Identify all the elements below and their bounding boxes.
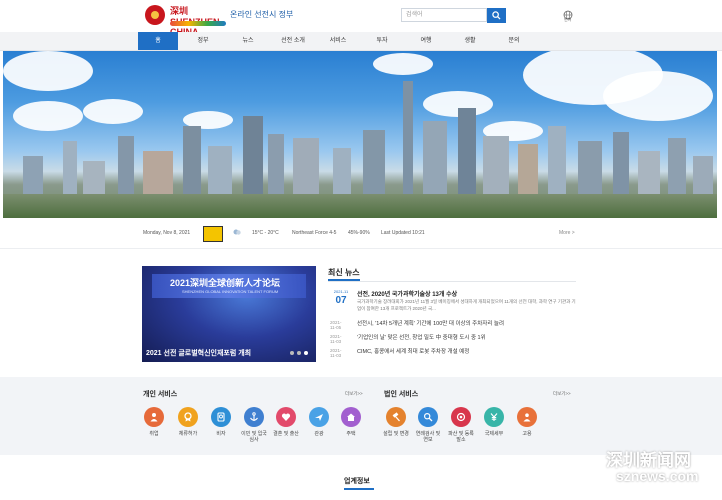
- service-label: 주택: [346, 431, 356, 437]
- service-label: 체류허가: [178, 431, 198, 437]
- carousel-dot[interactable]: [290, 351, 294, 355]
- divider: [0, 248, 722, 249]
- nav-item-living[interactable]: 생활: [450, 32, 490, 50]
- title-underline: [344, 488, 374, 490]
- badge-icon: [178, 407, 198, 427]
- service-label: 비자: [216, 431, 226, 437]
- weather-wind: Northeast Force 4-5: [292, 230, 337, 236]
- search-button[interactable]: [487, 8, 506, 23]
- news-date: 2021-11-03: [330, 334, 342, 344]
- yen-icon: [484, 407, 504, 427]
- weather-warning-icon: [203, 226, 223, 242]
- anchor-icon: [244, 407, 264, 427]
- date-badge: 2021-11 07: [330, 289, 352, 313]
- service-label: 고용: [522, 431, 532, 437]
- person-icon: [144, 407, 164, 427]
- featured-headline[interactable]: 선전, 2020년 국가과학기술상 13개 수상: [357, 289, 457, 298]
- nav-item-travel[interactable]: 여행: [406, 32, 446, 50]
- search-input[interactable]: 검색어: [401, 8, 487, 22]
- personal-services-more-link[interactable]: 더보기>>: [345, 391, 363, 397]
- service-employment[interactable]: 취업: [139, 407, 169, 437]
- corporate-services-more-link[interactable]: 더보기>>: [553, 391, 571, 397]
- featured-summary: 국가과학기술 장려대회가 2021년 11월 3일 베이징에서 성대하게 개최되…: [357, 299, 576, 311]
- carousel-dot-active[interactable]: [304, 351, 308, 355]
- service-housing[interactable]: 주택: [336, 407, 366, 437]
- carousel-dot[interactable]: [297, 351, 301, 355]
- latest-news-title: 최신 뉴스: [328, 268, 360, 277]
- logo-swoosh: [170, 21, 226, 26]
- heart-icon: [276, 407, 296, 427]
- site-header: [0, 0, 722, 32]
- nav-item-news[interactable]: 뉴스: [228, 32, 268, 50]
- service-marriage[interactable]: 결혼 및 출산: [271, 407, 301, 437]
- weather-last-updated: Last Updated 10:21: [381, 230, 425, 236]
- service-label: 파산 및 등록말소: [448, 431, 474, 443]
- service-annual-inspection[interactable]: 연례검사 및 연보: [413, 407, 443, 443]
- weather-humidity: 45%-90%: [348, 230, 370, 236]
- language-label[interactable]: 언어: [564, 17, 571, 23]
- service-label: 이민 및 입국심사: [241, 431, 267, 443]
- service-label: 관광: [314, 431, 324, 437]
- record-icon: [451, 407, 471, 427]
- news-title[interactable]: '기업인의 날' 맞은 선전, 창업 밀도 中 중대형 도시 중 1위: [357, 333, 486, 341]
- passport-icon: [211, 407, 231, 427]
- service-visa[interactable]: 비자: [206, 407, 236, 437]
- watermark-url: sznews.com: [616, 468, 699, 484]
- service-employment-corp[interactable]: 고용: [512, 407, 542, 437]
- service-label: 국제세무: [484, 431, 504, 437]
- service-international-tax[interactable]: 국제세무: [479, 407, 509, 437]
- date-day: 07: [335, 295, 347, 306]
- news-date: 2021-11-03: [330, 348, 342, 358]
- weather-date: Monday, Nov 8, 2021: [143, 230, 191, 236]
- service-tourism[interactable]: 관광: [304, 407, 334, 437]
- nav-item-investment[interactable]: 투자: [362, 32, 402, 50]
- date-year-month: 2021-11: [333, 289, 349, 294]
- news-title[interactable]: CIMC, 홍콩에서 세계 최대 로봇 주차장 개설 예정: [357, 347, 469, 355]
- weather-bar: Monday, Nov 8, 2021 15°C - 20°C Northeas…: [0, 225, 722, 241]
- national-emblem-icon: [145, 5, 165, 25]
- featured-news-image[interactable]: 2021深圳全球创新人才论坛 SHENZHEN GLOBAL INNOVATIO…: [142, 266, 316, 362]
- featured-news-caption[interactable]: 2021 선전 글로벌혁신인재포럼 개최: [146, 348, 251, 358]
- nav-item-contact[interactable]: 문의: [494, 32, 534, 50]
- house-icon: [341, 407, 361, 427]
- service-label: 설립 및 변경: [383, 431, 409, 437]
- industry-info-title[interactable]: 업계정보: [344, 476, 370, 486]
- service-establishment[interactable]: 설립 및 변경: [381, 407, 411, 437]
- forum-subtitle: SHENZHEN GLOBAL INNOVATION TALENT FORUM: [182, 289, 279, 294]
- news-title[interactable]: 선전시, '14차 5개년 계획' 기간에 100만 대 이상의 주차자리 늘려: [357, 319, 504, 327]
- site-title[interactable]: 온라인 선전시 정부: [230, 9, 293, 20]
- gavel-icon: [386, 407, 406, 427]
- service-residence-permit[interactable]: 체류허가: [173, 407, 203, 437]
- shenzhen-logo[interactable]: 深圳 SHENZHEN CHINA: [170, 4, 226, 37]
- service-label: 취업: [149, 431, 159, 437]
- service-label: 연례검사 및 연보: [415, 431, 441, 443]
- cloudy-icon: [233, 229, 241, 235]
- nav-item-about[interactable]: 선전 소개: [273, 32, 313, 50]
- nav-item-government[interactable]: 정부: [183, 32, 223, 50]
- worker-icon: [517, 407, 537, 427]
- nav-item-services[interactable]: 서비스: [318, 32, 358, 50]
- weather-more-link[interactable]: More >: [559, 230, 575, 236]
- hero-cityscape-image: [3, 51, 717, 218]
- weather-temperature: 15°C - 20°C: [252, 230, 279, 236]
- main-nav: 홈 정부 뉴스 선전 소개 서비스 투자 여행 생활 문의: [0, 32, 722, 51]
- nav-item-home[interactable]: 홈: [138, 32, 178, 50]
- personal-services-title: 개인 서비스: [143, 391, 178, 398]
- forum-title: 2021深圳全球创新人才论坛: [170, 278, 281, 288]
- airplane-icon: [309, 407, 329, 427]
- magnifier-icon: [418, 407, 438, 427]
- service-label: 결혼 및 출산: [273, 431, 299, 437]
- news-date: 2021-11-05: [330, 320, 342, 330]
- search-icon: [492, 11, 501, 20]
- corporate-services-title: 법인 서비스: [384, 391, 419, 398]
- service-bankruptcy[interactable]: 파산 및 등록말소: [446, 407, 476, 443]
- service-immigration[interactable]: 이민 및 입국심사: [239, 407, 269, 443]
- divider: [328, 281, 576, 282]
